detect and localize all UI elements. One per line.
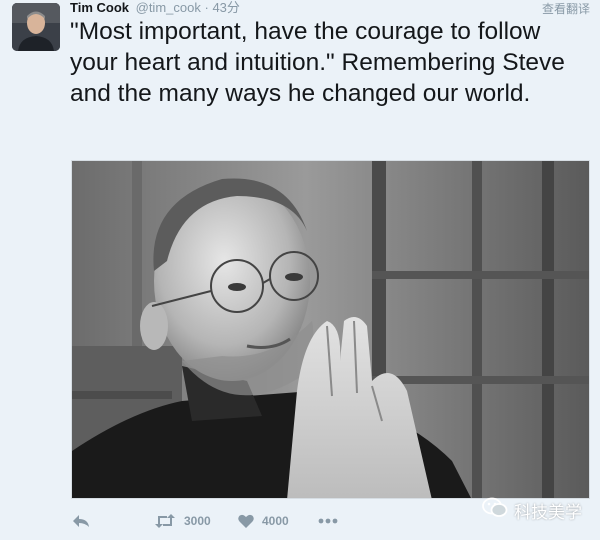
tweet-timestamp[interactable]: 43分 bbox=[212, 0, 239, 15]
retweet-button[interactable]: 3000 bbox=[154, 510, 211, 532]
author-name[interactable]: Tim Cook bbox=[70, 0, 129, 15]
tweet-text: "Most important, have the courage to fol… bbox=[70, 18, 565, 107]
tweet-actions: 3000 4000 bbox=[70, 510, 370, 532]
more-dots-icon bbox=[318, 518, 338, 524]
wechat-icon bbox=[482, 497, 514, 524]
watermark: 科技美学 bbox=[482, 497, 582, 524]
reply-icon bbox=[72, 514, 90, 528]
separator-dot: · bbox=[204, 0, 209, 15]
heart-icon bbox=[238, 514, 254, 528]
reply-button[interactable] bbox=[72, 510, 90, 532]
more-button[interactable] bbox=[318, 510, 338, 532]
author-handle[interactable]: @tim_cook bbox=[136, 0, 201, 15]
tweet-media-photo[interactable] bbox=[71, 160, 590, 499]
translate-link[interactable]: 查看翻译 bbox=[542, 0, 590, 17]
author-avatar[interactable] bbox=[12, 3, 60, 51]
retweet-icon bbox=[154, 514, 176, 528]
watermark-text: 科技美学 bbox=[514, 503, 582, 523]
like-button[interactable]: 4000 bbox=[238, 510, 289, 532]
retweet-count: 3000 bbox=[184, 514, 211, 528]
like-count: 4000 bbox=[262, 514, 289, 528]
